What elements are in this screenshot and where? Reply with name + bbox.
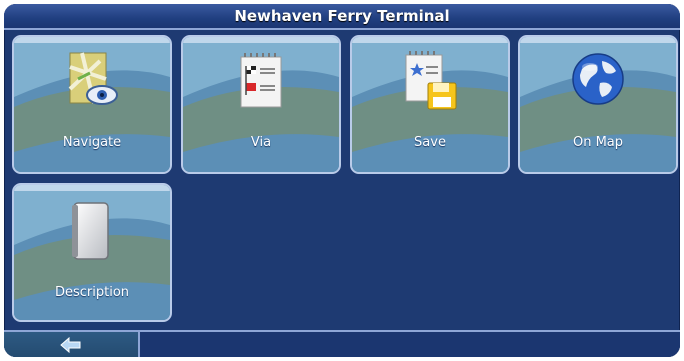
on-map-button[interactable]: On Map bbox=[518, 35, 678, 174]
navigate-label: Navigate bbox=[62, 135, 122, 150]
via-label: Via bbox=[250, 135, 272, 150]
map-eye-icon bbox=[68, 52, 118, 105]
on-map-label: On Map bbox=[572, 135, 624, 150]
via-button[interactable]: Via bbox=[181, 35, 341, 174]
save-button[interactable]: Save bbox=[350, 35, 510, 174]
title-bar: Newhaven Ferry Terminal bbox=[4, 4, 680, 30]
page-title: Newhaven Ferry Terminal bbox=[234, 7, 450, 25]
bottom-bar bbox=[4, 330, 680, 357]
globe-icon bbox=[572, 53, 624, 105]
description-label: Description bbox=[54, 285, 130, 300]
dialog-frame: Newhaven Ferry Terminal Navigate Via Sav… bbox=[4, 4, 680, 357]
navigate-button[interactable]: Navigate bbox=[12, 35, 172, 174]
waypoint-flags-icon bbox=[240, 53, 282, 108]
description-button[interactable]: Description bbox=[12, 183, 172, 322]
blank-page-icon bbox=[72, 202, 109, 260]
back-button[interactable] bbox=[4, 332, 140, 357]
save-floppy-icon bbox=[405, 51, 457, 110]
save-label: Save bbox=[414, 135, 446, 150]
back-arrow-icon bbox=[60, 337, 81, 353]
